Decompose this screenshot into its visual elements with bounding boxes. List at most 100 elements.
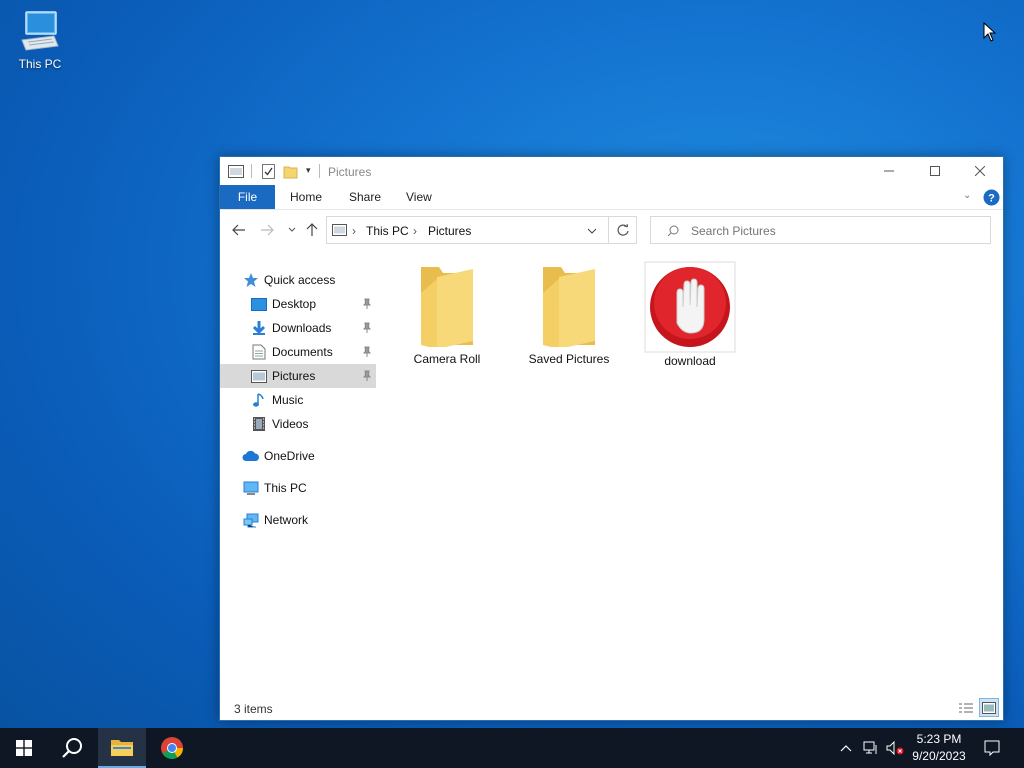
file-item-download[interactable]: download bbox=[640, 261, 740, 368]
close-button[interactable] bbox=[957, 157, 1003, 185]
chevron-up-icon bbox=[840, 745, 852, 752]
folder-item-saved-pictures[interactable]: Saved Pictures bbox=[519, 265, 619, 366]
sidebar-label: This PC bbox=[264, 481, 307, 495]
arrow-left-icon bbox=[232, 224, 245, 236]
pictures-icon bbox=[250, 368, 268, 384]
sidebar-item-network[interactable]: Network bbox=[242, 508, 398, 532]
breadcrumb-separator-icon: › bbox=[352, 224, 356, 238]
search-input[interactable] bbox=[689, 221, 983, 241]
pin-icon[interactable] bbox=[362, 298, 372, 310]
help-icon[interactable]: ? bbox=[983, 189, 1000, 206]
close-icon bbox=[975, 166, 985, 176]
taskbar-file-explorer[interactable] bbox=[98, 728, 146, 768]
pin-icon[interactable] bbox=[362, 370, 372, 382]
sidebar-label: Desktop bbox=[272, 297, 317, 311]
mouse-cursor-icon bbox=[983, 22, 997, 42]
computer-icon bbox=[242, 480, 260, 496]
pictures-location-icon bbox=[332, 224, 347, 236]
notification-icon bbox=[984, 740, 1000, 756]
address-bar[interactable]: › This PC › Pictures bbox=[326, 216, 609, 244]
clock-date: 9/20/2023 bbox=[912, 749, 966, 763]
folder-label: Camera Roll bbox=[413, 352, 481, 366]
svg-text:?: ? bbox=[988, 193, 995, 205]
expand-ribbon-icon[interactable]: ⌄ bbox=[963, 190, 971, 201]
tab-share[interactable]: Share bbox=[349, 185, 381, 209]
sidebar-label: Downloads bbox=[272, 321, 332, 335]
pin-icon[interactable] bbox=[362, 322, 372, 334]
sidebar-label: Network bbox=[264, 513, 309, 527]
show-hidden-icons-button[interactable] bbox=[836, 728, 856, 768]
chrome-icon bbox=[161, 737, 183, 759]
tab-file[interactable]: File bbox=[220, 185, 275, 209]
folder-item-camera-roll[interactable]: Camera Roll bbox=[397, 265, 497, 366]
tab-view[interactable]: View bbox=[406, 185, 432, 209]
sidebar-item-desktop[interactable]: Desktop bbox=[250, 292, 376, 316]
breadcrumb-separator-icon: › bbox=[413, 224, 417, 238]
chevron-down-icon bbox=[288, 227, 296, 232]
up-button[interactable] bbox=[303, 221, 321, 239]
volume-tray-button[interactable] bbox=[884, 728, 906, 768]
pin-icon[interactable] bbox=[362, 346, 372, 358]
pictures-window-icon bbox=[228, 165, 244, 178]
sidebar-item-onedrive[interactable]: OneDrive bbox=[242, 444, 398, 468]
arrow-right-icon bbox=[261, 224, 274, 236]
minimize-button[interactable] bbox=[866, 157, 912, 185]
folder-label: Saved Pictures bbox=[528, 352, 610, 366]
folder-icon bbox=[543, 267, 595, 349]
customize-toolbar-icon[interactable]: ▾ bbox=[306, 165, 311, 176]
maximize-icon bbox=[930, 166, 940, 176]
search-icon bbox=[667, 225, 679, 237]
breadcrumb-pictures[interactable]: Pictures bbox=[428, 224, 471, 238]
sidebar-item-this-pc[interactable]: This PC bbox=[242, 476, 398, 500]
sidebar-label: Pictures bbox=[272, 369, 316, 383]
search-taskbar-button[interactable] bbox=[48, 728, 96, 768]
search-icon bbox=[62, 738, 82, 758]
file-explorer-window: ▾ Pictures File Home Share View ⌄ ? › Th… bbox=[219, 156, 1004, 721]
sidebar-label: Music bbox=[272, 393, 304, 407]
breadcrumb-this-pc[interactable]: This PC bbox=[366, 224, 409, 238]
refresh-button[interactable] bbox=[609, 216, 637, 244]
search-box[interactable] bbox=[650, 216, 991, 244]
sidebar-item-quick-access[interactable]: Quick access bbox=[242, 268, 398, 292]
tab-home[interactable]: Home bbox=[290, 185, 322, 209]
start-button[interactable] bbox=[0, 728, 48, 768]
sidebar-item-documents[interactable]: Documents bbox=[250, 340, 376, 364]
sidebar-label: Quick access bbox=[264, 273, 336, 287]
recent-locations-button[interactable] bbox=[283, 221, 301, 239]
music-note-icon bbox=[250, 392, 268, 408]
properties-icon[interactable] bbox=[262, 164, 275, 179]
sidebar-item-pictures[interactable]: Pictures bbox=[220, 364, 376, 388]
sidebar-item-videos[interactable]: Videos bbox=[250, 412, 376, 436]
folder-icon bbox=[111, 740, 133, 756]
navigation-pane: Quick access Desktop Downloads Documents bbox=[220, 257, 378, 697]
sidebar-item-music[interactable]: Music bbox=[250, 388, 376, 412]
address-dropdown-icon[interactable] bbox=[587, 228, 597, 234]
sidebar-label: Videos bbox=[272, 417, 309, 431]
title-bar[interactable]: ▾ Pictures bbox=[220, 157, 1003, 185]
speaker-muted-icon bbox=[886, 741, 904, 755]
windows-logo-icon bbox=[16, 740, 32, 756]
desktop-icon-this-pc[interactable]: This PC bbox=[12, 10, 68, 71]
details-view-button[interactable] bbox=[957, 700, 975, 716]
details-view-icon bbox=[959, 703, 973, 712]
taskbar-chrome[interactable] bbox=[148, 728, 196, 768]
forward-button[interactable] bbox=[258, 221, 276, 239]
maximize-button[interactable] bbox=[912, 157, 958, 185]
network-tray-button[interactable] bbox=[860, 728, 882, 768]
desktop-folder-icon bbox=[250, 296, 268, 312]
sidebar-item-downloads[interactable]: Downloads bbox=[250, 316, 376, 340]
back-button[interactable] bbox=[230, 221, 248, 239]
star-icon bbox=[242, 272, 260, 288]
file-label: download bbox=[664, 354, 716, 368]
window-title: Pictures bbox=[328, 165, 372, 179]
folder-icon bbox=[421, 267, 473, 349]
desktop-icon-label: This PC bbox=[18, 57, 62, 71]
action-center-button[interactable] bbox=[978, 728, 1006, 768]
large-icons-view-button[interactable] bbox=[979, 698, 999, 717]
cloud-icon bbox=[242, 448, 260, 464]
sidebar-label: OneDrive bbox=[264, 449, 315, 463]
computer-icon bbox=[21, 11, 59, 51]
new-folder-icon[interactable] bbox=[283, 164, 298, 179]
taskbar-clock[interactable]: 5:23 PM 9/20/2023 bbox=[904, 731, 974, 765]
refresh-icon bbox=[616, 224, 629, 236]
